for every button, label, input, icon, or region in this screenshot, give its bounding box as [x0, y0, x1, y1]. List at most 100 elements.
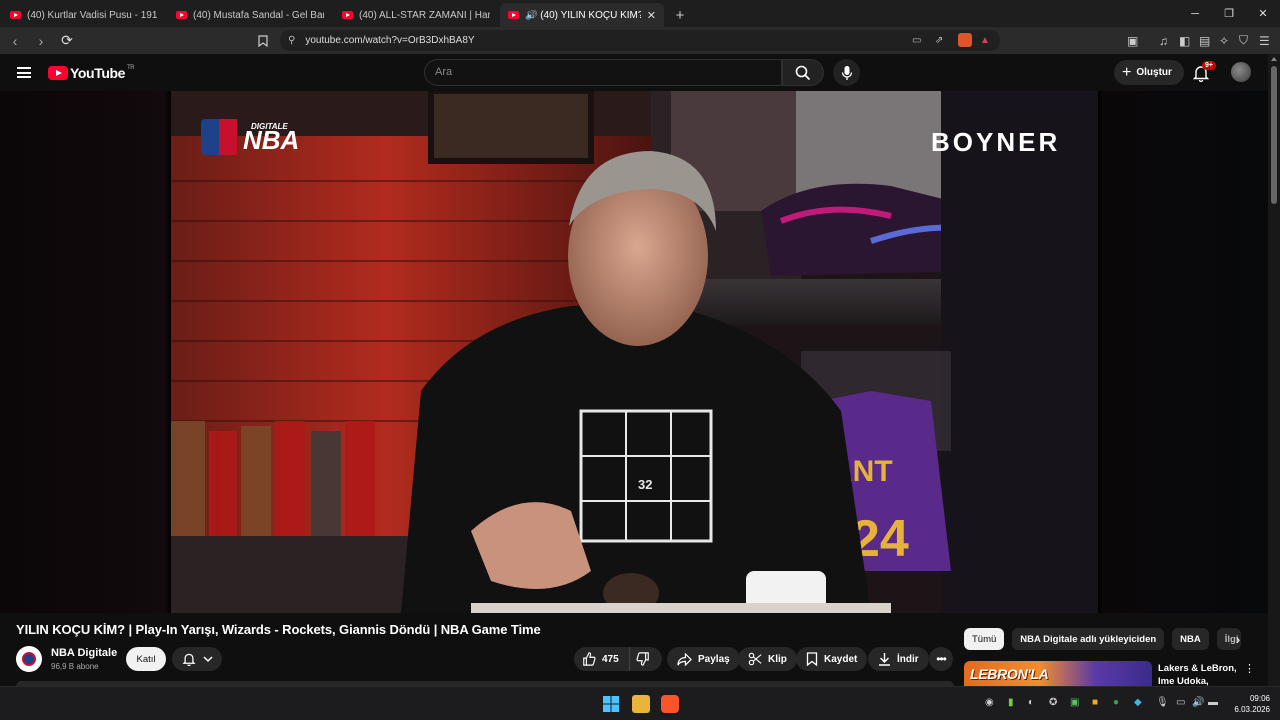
- like-dislike-group: 475: [574, 647, 662, 671]
- page-scrollbar[interactable]: [1268, 54, 1280, 686]
- browser-toolbar: ‹ › ⟳ ⚲ youtube.com/watch?v=OrB3DxhBA8Y …: [0, 27, 1280, 54]
- menu-icon[interactable]: ☰: [1259, 27, 1270, 54]
- subscription-notify-button[interactable]: [172, 647, 222, 671]
- tray-nvidia-icon[interactable]: ▮: [1008, 697, 1014, 708]
- cast-icon[interactable]: ▭: [912, 35, 921, 46]
- browser-tab-strip: (40) Kurtlar Vadisi Pusu - 191. Bölüm (4…: [0, 0, 1280, 27]
- more-actions-icon[interactable]: •••: [929, 647, 953, 671]
- download-button[interactable]: İndir: [868, 647, 929, 671]
- share-label: Paylaş: [698, 653, 730, 665]
- create-label: Oluştur: [1136, 67, 1172, 78]
- chevron-down-icon: [202, 656, 213, 663]
- notification-count-badge: 9+: [1202, 61, 1216, 70]
- join-button[interactable]: Katıl: [126, 647, 166, 671]
- bookmark-icon[interactable]: [258, 27, 268, 54]
- youtube-logo[interactable]: YouTube TR: [48, 65, 135, 81]
- scrollbar-thumb[interactable]: [1271, 66, 1277, 204]
- tray-app-icon[interactable]: ◐: [1028, 697, 1034, 708]
- close-window-icon[interactable]: ✕: [1246, 0, 1280, 27]
- search-input[interactable]: Ara: [424, 59, 782, 86]
- dislike-button[interactable]: [630, 652, 662, 666]
- channel-avatar[interactable]: [16, 646, 42, 672]
- svg-text:32: 32: [638, 477, 652, 492]
- browser-tab-2[interactable]: (40) Mustafa Sandal - Gel Bana - You: [168, 3, 332, 27]
- youtube-play-logo-icon: [48, 66, 68, 80]
- chip-nba[interactable]: NBA: [1172, 628, 1209, 650]
- save-button[interactable]: Kaydet: [796, 647, 868, 671]
- recommended-video-thumbnail[interactable]: LEBRON'LA: [964, 661, 1152, 686]
- tray-network-icon[interactable]: ▭: [1176, 697, 1185, 708]
- share-button[interactable]: Paylaş: [667, 647, 740, 671]
- vpn-icon[interactable]: ⛉: [1239, 27, 1248, 54]
- more-vert-icon[interactable]: ⋮: [1244, 662, 1255, 675]
- like-button[interactable]: 475: [574, 647, 630, 671]
- channel-name[interactable]: NBA Digitale: [51, 647, 117, 659]
- back-icon[interactable]: ‹: [4, 30, 26, 52]
- forward-icon[interactable]: ›: [30, 30, 52, 52]
- brave-browser-icon[interactable]: [661, 695, 679, 713]
- site-settings-icon[interactable]: ⚲: [288, 35, 295, 46]
- tab-title: (40) Mustafa Sandal - Gel Bana - You: [193, 9, 324, 21]
- thumbnail-text: LEBRON'LA: [970, 666, 1049, 682]
- tray-microphone-icon[interactable]: 🎙: [1156, 697, 1169, 708]
- reload-icon[interactable]: ⟳: [56, 30, 78, 52]
- video-frame[interactable]: ANT 24 32 NBA DIGITALE BOYNER: [171, 91, 1098, 613]
- taskbar-clock[interactable]: 09:06 6.03.2026: [1232, 693, 1270, 715]
- url-text: youtube.com/watch?v=OrB3DxhBA8Y: [305, 35, 475, 46]
- logo-text: YouTube: [70, 65, 126, 81]
- tray-app-icon[interactable]: ●: [1113, 697, 1119, 708]
- tray-app-icon[interactable]: ◉: [985, 697, 994, 708]
- new-tab-button[interactable]: +: [668, 3, 692, 27]
- browser-tab-1[interactable]: (40) Kurtlar Vadisi Pusu - 191. Bölüm: [2, 3, 166, 27]
- close-tab-icon[interactable]: ✕: [647, 9, 656, 22]
- video-player[interactable]: ANT 24 32 NBA DIGITALE BOYNER: [0, 91, 1268, 613]
- media-icon[interactable]: ♫: [1159, 27, 1168, 54]
- chevron-right-icon[interactable]: ›: [1228, 628, 1248, 650]
- windows-start-icon[interactable]: [602, 695, 620, 713]
- minimize-icon[interactable]: ─: [1178, 0, 1212, 27]
- thumbs-down-icon: [636, 652, 649, 666]
- rewards-icon[interactable]: ▲: [980, 35, 990, 46]
- tray-battery-icon[interactable]: ▬: [1208, 697, 1218, 708]
- voice-search-button[interactable]: [833, 59, 860, 86]
- youtube-header: YouTube TR Ara + Oluştur 9+: [0, 54, 1280, 91]
- video-still-image: ANT 24 32 NBA DIGITALE BOYNER: [171, 91, 1098, 613]
- address-bar[interactable]: ⚲ youtube.com/watch?v=OrB3DxhBA8Y ▭ ⇗ ▲: [280, 30, 1000, 51]
- hamburger-menu-icon[interactable]: [17, 67, 31, 78]
- clip-button[interactable]: Klip: [738, 647, 797, 671]
- brave-shield-icon[interactable]: [958, 33, 972, 47]
- tray-app-icon[interactable]: ✪: [1049, 697, 1057, 708]
- like-count: 475: [602, 653, 619, 665]
- clock-date: 6.03.2026: [1234, 705, 1270, 714]
- svg-text:DIGITALE: DIGITALE: [251, 122, 288, 131]
- tab-title: (40) Kurtlar Vadisi Pusu - 191. Bölüm: [27, 9, 158, 21]
- create-button[interactable]: + Oluştur: [1114, 60, 1184, 85]
- tray-app-icon[interactable]: ◆: [1134, 697, 1142, 708]
- scroll-up-icon[interactable]: [1271, 57, 1277, 61]
- account-avatar[interactable]: [1231, 62, 1251, 82]
- restore-icon[interactable]: ❐: [1212, 0, 1246, 27]
- reading-list-icon[interactable]: ◧: [1179, 27, 1190, 54]
- leo-ai-icon[interactable]: ✧: [1219, 27, 1229, 54]
- search-icon: [795, 65, 811, 80]
- bookmark-icon: [806, 652, 818, 666]
- browser-tab-active[interactable]: 🔊 (40) YILIN KOÇU KİM? | Play-I ✕: [500, 3, 664, 27]
- chip-from-uploader[interactable]: NBA Digitale adlı yükleyiciden: [1012, 628, 1165, 650]
- os-taskbar: ◉ ▮ ◐ ✪ ▣ ■ ● ◆ 🎙 ▭ 🔊 ▬: [0, 686, 1280, 720]
- save-label: Kaydet: [824, 653, 858, 665]
- tray-app-icon[interactable]: ▣: [1070, 697, 1079, 708]
- nba-digitale-watermark: NBA DIGITALE: [201, 119, 299, 155]
- file-explorer-icon[interactable]: [632, 695, 650, 713]
- tray-app-icon[interactable]: ■: [1092, 697, 1098, 708]
- wallet-icon[interactable]: ▤: [1199, 27, 1210, 54]
- sidebar-panel-icon[interactable]: ▣: [1127, 27, 1138, 54]
- browser-tab-3[interactable]: (40) ALL-STAR ZAMANI | Harden'ın F: [334, 3, 498, 27]
- boyner-watermark: BOYNER: [931, 127, 1060, 157]
- chip-all[interactable]: Tümü: [964, 628, 1005, 650]
- bell-icon: [181, 653, 196, 666]
- youtube-favicon-icon: [176, 11, 187, 19]
- tray-volume-icon[interactable]: 🔊: [1192, 697, 1204, 708]
- share-page-icon[interactable]: ⇗: [935, 35, 943, 46]
- microphone-icon: [841, 65, 852, 80]
- search-button[interactable]: [782, 59, 824, 86]
